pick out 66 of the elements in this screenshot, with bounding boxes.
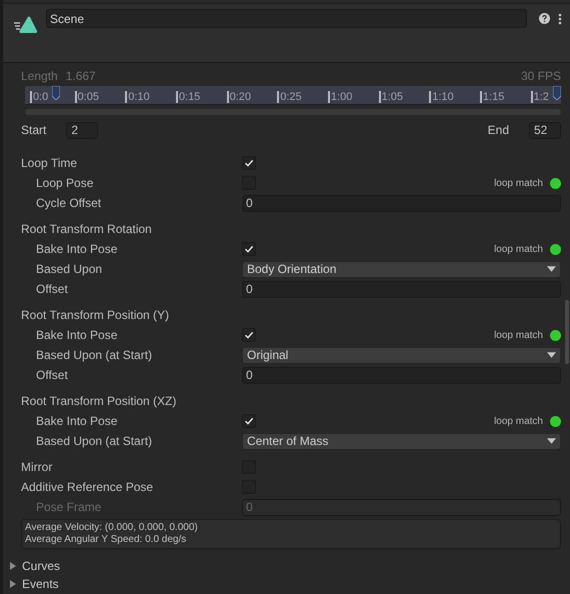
end-field[interactable]: 52 bbox=[529, 122, 561, 138]
property-label: Offset bbox=[35, 282, 69, 296]
length-label: Length bbox=[21, 69, 58, 83]
property-label: Based Upon (at Start) bbox=[35, 348, 154, 362]
dropdown[interactable]: Body Orientation bbox=[242, 260, 561, 278]
dropdown[interactable]: Original bbox=[242, 346, 561, 364]
property-label: Cycle Offset bbox=[35, 196, 102, 210]
property-label: Bake Into Pose bbox=[35, 328, 118, 342]
time-tick-label: 0:10 bbox=[125, 91, 150, 103]
info-text: Average Angular Y Speed: 0.0 deg/s bbox=[25, 534, 188, 546]
start-marker-icon[interactable] bbox=[52, 86, 60, 100]
time-tick-label: 0:05 bbox=[74, 91, 99, 103]
property-label: Additive Reference Pose bbox=[21, 480, 154, 494]
time-tick-label: 0:20 bbox=[226, 91, 251, 103]
property-label: Loop Time bbox=[21, 156, 78, 170]
time-tick-label: 0:25 bbox=[277, 91, 302, 103]
dropdown-arrow-icon bbox=[547, 438, 556, 444]
animation-clip-icon bbox=[14, 16, 38, 34]
property-label: Mirror bbox=[21, 460, 54, 474]
time-tick-label: 1:05 bbox=[378, 91, 403, 103]
start-field[interactable]: 2 bbox=[66, 122, 98, 138]
foldout-header[interactable]: Events bbox=[9, 575, 59, 593]
property-label: Based Upon bbox=[35, 262, 104, 276]
time-tick-label: 1:10 bbox=[429, 91, 454, 103]
length-value: 1.667 bbox=[66, 69, 96, 83]
property-label: Root Transform Position (Y) bbox=[21, 308, 170, 322]
loop-match-label: loop match bbox=[494, 330, 543, 340]
checkbox[interactable] bbox=[242, 156, 256, 170]
foldout-header[interactable]: Curves bbox=[9, 557, 60, 575]
time-tick-label: 0:0 bbox=[30, 91, 48, 103]
number-field[interactable]: 0 bbox=[242, 194, 561, 212]
loop-match-label: loop match bbox=[494, 416, 543, 426]
number-field[interactable]: 0 bbox=[242, 366, 561, 384]
dropdown-arrow-icon bbox=[547, 266, 556, 272]
property-label: Offset bbox=[35, 368, 69, 382]
number-field[interactable]: 0 bbox=[242, 280, 561, 298]
foldout-arrow-icon bbox=[9, 562, 17, 570]
property-label: Based Upon (at Start) bbox=[35, 434, 154, 448]
help-icon[interactable] bbox=[539, 13, 550, 24]
info-text: Average Velocity: (0.000, 0.000, 0.000) bbox=[25, 522, 199, 534]
property-label: Bake Into Pose bbox=[35, 242, 118, 256]
property-label: Bake Into Pose bbox=[35, 414, 118, 428]
time-tick-label: 0:15 bbox=[176, 91, 200, 103]
more-icon[interactable] bbox=[558, 13, 562, 25]
loop-match-label: loop match bbox=[494, 178, 543, 188]
property-label: Loop Pose bbox=[35, 176, 94, 190]
name-field[interactable]: Scene bbox=[46, 9, 527, 28]
timeline-ruler[interactable]: 0:0 0:05 0:10 0:15 0:20 0:25 1:00 1:05 1:10 1:15 1:2 bbox=[25, 86, 561, 105]
property-label: Root Transform Rotation bbox=[21, 222, 153, 236]
time-tick-label: 1:2 bbox=[530, 91, 549, 103]
foldout-arrow-icon bbox=[9, 580, 17, 588]
dropdown-arrow-icon bbox=[547, 352, 556, 358]
checkbox[interactable] bbox=[242, 328, 256, 342]
property-label: Pose Frame bbox=[35, 500, 102, 514]
time-tick-label: 1:00 bbox=[328, 91, 352, 103]
end-marker-icon[interactable] bbox=[553, 86, 561, 100]
loop-match-label: loop match bbox=[494, 244, 543, 254]
checkbox[interactable] bbox=[242, 242, 256, 256]
time-tick-label: 1:15 bbox=[480, 91, 504, 103]
start-label: Start bbox=[21, 123, 46, 137]
scrollbar-thumb[interactable] bbox=[565, 300, 569, 364]
fps-label: 30 FPS bbox=[520, 69, 561, 83]
end-label: End bbox=[488, 123, 509, 137]
dropdown[interactable]: Center of Mass bbox=[242, 432, 561, 450]
property-label: Root Transform Position (XZ) bbox=[21, 394, 178, 408]
checkbox[interactable] bbox=[242, 414, 256, 428]
